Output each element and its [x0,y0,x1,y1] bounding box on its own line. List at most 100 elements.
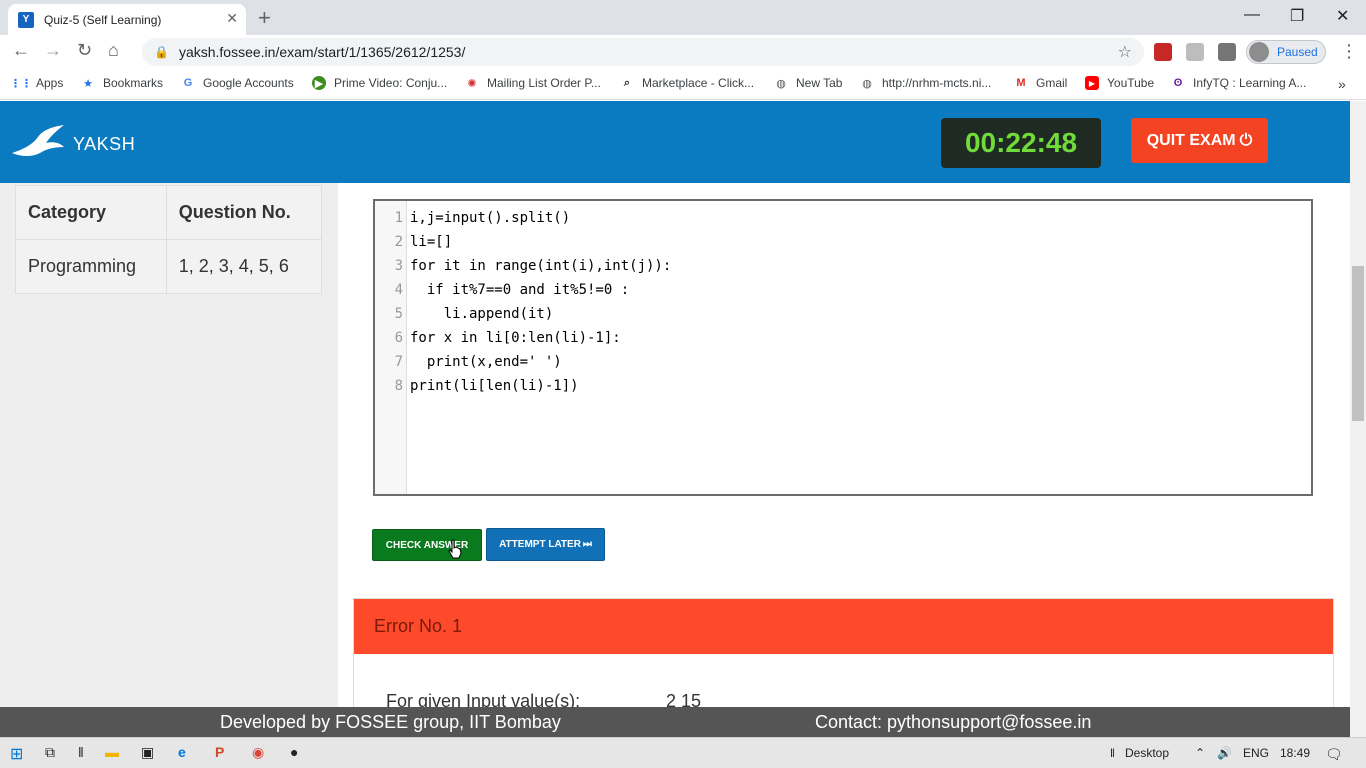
skip-forward-icon: ⏭ [582,539,592,550]
footer-developed: Developed by FOSSEE group, IIT Bombay [220,712,561,732]
code-line: i,j=input().split() [410,210,571,226]
minimize-icon[interactable]: — [1244,6,1260,24]
line-number: 4 [394,282,403,298]
category-table: Category Question No. Programming 1, 2, … [15,185,323,294]
tray-chevron-up-icon[interactable]: ⌃ [1195,746,1205,760]
line-number: 7 [394,354,403,370]
bookmark-gmail[interactable]: M Gmail [1014,76,1067,90]
new-tab-icon[interactable]: + [258,5,271,31]
code-line: li.append(it) [410,306,554,322]
target-icon: ✺ [467,77,477,90]
notifications-icon[interactable]: 🗨 [1325,746,1343,763]
error-card: Error No. 1 For given Input value(s): 2 … [353,598,1334,718]
exam-timer: 00:22:48 [941,118,1101,168]
code-line: for it in range(int(i),int(j)): [410,258,672,274]
store-icon[interactable]: ▣ [141,744,154,761]
star-icon: ★ [83,77,93,90]
powerpoint-icon[interactable]: P [215,744,224,760]
file-explorer-icon[interactable]: ▬ [105,744,119,760]
bookmark-bookmarks[interactable]: ★ Bookmarks [81,76,163,90]
tab-close-icon[interactable]: ✕ [226,10,238,27]
question-numbers-cell[interactable]: 1, 2, 3, 4, 5, 6 [165,239,323,294]
page-scrollbar[interactable] [1350,101,1366,737]
yaksh-favicon-icon: Y [18,11,34,28]
windows-taskbar: ⊞ ⧉ ‖ ▬ ▣ e P ◉ ● ‖ Desktop ⌃ 🔊 ENG 18:4… [0,737,1366,768]
bookmark-infytq[interactable]: ʘ InfyTQ : Learning A... [1171,76,1307,90]
volume-icon[interactable]: 🔊 [1217,746,1232,760]
tray-separator-icon: ‖ [1110,746,1115,760]
line-number: 2 [394,234,403,250]
chrome-icon[interactable]: ◉ [252,744,264,761]
line-number: 5 [394,306,403,322]
play-icon: ▶ [312,76,326,90]
search-icon: ⌕ [623,76,631,89]
browser-tabstrip: Y Quiz-5 (Self Learning) ✕ + — ❐ ✕ [0,0,1366,35]
tab-title: Quiz-5 (Self Learning) [44,12,162,27]
language-indicator[interactable]: ENG [1243,746,1269,760]
bookmark-marketplace[interactable]: ⌕ Marketplace - Click... [620,76,754,90]
home-icon[interactable]: ⌂ [108,40,119,61]
category-header: Category [15,185,167,240]
youtube-icon: ▶ [1085,76,1099,90]
main-content: 1 i,j=input().split() 2 li=[] 3 for it in r… [338,183,1350,718]
code-line: li=[] [410,234,453,250]
site-header: YAKSH 00:22:48 QUIT EXAM ⏻ [0,101,1350,183]
code-editor[interactable]: 1 i,j=input().split() 2 li=[] 3 for it in r… [373,199,1313,496]
power-icon: ⏻ [1239,131,1253,149]
quit-exam-button[interactable]: QUIT EXAM ⏻ [1131,118,1268,163]
bookmarks-bar: ⋮⋮ Apps ★ Bookmarks G Google Accounts ▶ … [0,69,1366,100]
site-footer: Developed by FOSSEE group, IIT Bombay Co… [0,707,1350,737]
line-number: 1 [394,210,403,226]
yaksh-bird-logo-icon [12,125,64,156]
edge-icon[interactable]: e [178,744,186,760]
address-bar[interactable]: 🔒 yaksh.fossee.in/exam/start/1/1365/2612… [142,38,1144,66]
bookmark-prime-video[interactable]: ▶ Prime Video: Conju... [312,76,447,90]
code-line: print(x,end=' ') [410,354,562,370]
forward-icon[interactable]: → [44,40,62,61]
back-icon[interactable]: ← [12,40,30,61]
profile-button[interactable]: Paused [1246,40,1326,64]
avatar [1249,42,1269,62]
restore-icon[interactable]: ❐ [1290,6,1304,26]
bookmark-nrhm[interactable]: ◍ http://nrhm-mcts.ni... [860,76,991,90]
menu-kebab-icon[interactable]: ⋮ [1340,41,1358,62]
footer-contact[interactable]: Contact: pythonsupport@fossee.in [815,712,1091,733]
check-answer-button[interactable]: CHECK ANSWER [372,529,482,561]
attempt-later-button[interactable]: ATTEMPT LATER ⏭ [486,528,605,561]
bookmark-mailing-list[interactable]: ✺ Mailing List Order P... [465,76,600,90]
task-view-icon[interactable]: ⧉ [45,744,55,761]
puzzle-extensions-icon[interactable] [1218,43,1236,61]
question-no-header: Question No. [165,185,323,240]
browser-tab[interactable]: Y Quiz-5 (Self Learning) ✕ [8,4,246,35]
line-number: 8 [394,378,403,394]
logo-text: YAKSH [73,134,136,154]
extension-icon[interactable] [1154,43,1172,61]
code-line: print(li[len(li)-1]) [410,378,579,394]
clock[interactable]: 18:49 [1280,746,1310,760]
hand-cursor-icon [448,539,462,559]
category-cell: Programming [15,239,167,294]
browser-toolbar: ← → ↻ ⌂ 🔒 yaksh.fossee.in/exam/start/1/1… [0,35,1366,69]
reload-icon[interactable]: ↻ [77,40,92,61]
globe-icon: ◍ [776,77,786,90]
windows-start-icon[interactable]: ⊞ [10,744,23,764]
obs-icon[interactable]: ● [290,744,298,760]
code-line: for x in li[0:len(li)-1]: [410,330,621,346]
bookmark-apps[interactable]: ⋮⋮ Apps [10,76,63,90]
infytq-icon: ʘ [1173,77,1183,89]
window-close-icon[interactable]: ✕ [1336,6,1349,26]
error-title: Error No. 1 [354,599,1333,654]
question-navigator: Category Question No. Programming 1, 2, … [0,183,338,707]
scrollbar-thumb[interactable] [1352,266,1364,421]
bookmark-google-accounts[interactable]: G Google Accounts [181,76,294,90]
bookmark-new-tab[interactable]: ◍ New Tab [774,76,842,90]
cast-icon[interactable] [1186,43,1204,61]
code-line: if it%7==0 and it%5!=0 : [410,282,630,298]
bookmarks-overflow-icon[interactable]: » [1338,76,1346,92]
desktop-toolbar[interactable]: Desktop [1125,746,1169,760]
url-text: yaksh.fossee.in/exam/start/1/1365/2612/1… [178,44,466,60]
bookmark-star-icon[interactable]: ☆ [1118,42,1132,62]
line-number: 3 [394,258,403,274]
bookmark-youtube[interactable]: ▶ YouTube [1085,76,1154,90]
profile-status: Paused [1277,45,1318,59]
